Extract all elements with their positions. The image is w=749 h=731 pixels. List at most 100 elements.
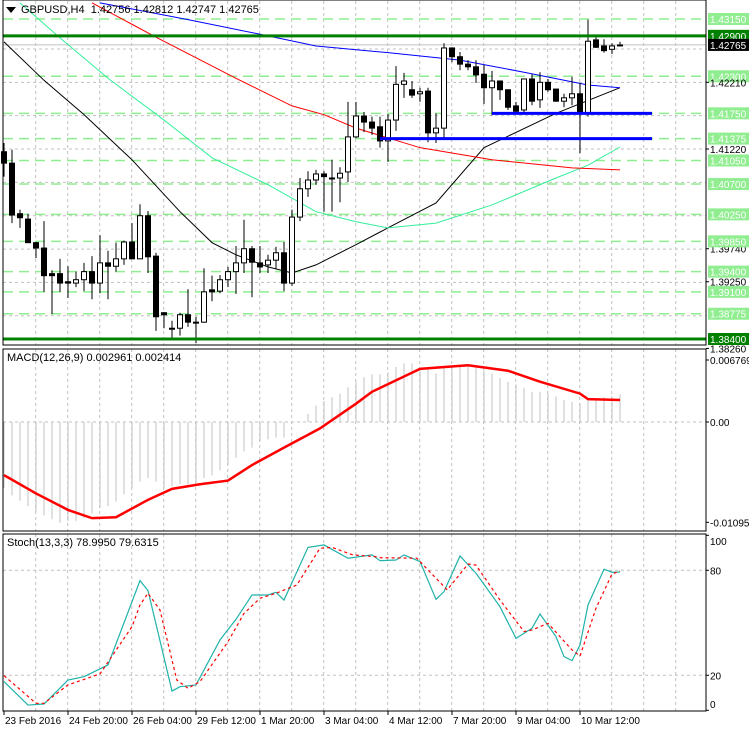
candle-body-bull — [73, 279, 79, 284]
candle-body-bear — [65, 281, 71, 284]
candle-body-bull — [393, 83, 399, 121]
candle — [305, 171, 311, 197]
price-label-text: 1.41375 — [710, 135, 747, 146]
candle — [209, 275, 215, 302]
price-label-level: 1.38775 — [708, 307, 749, 321]
candle — [377, 116, 383, 148]
symbol-timeframe: GBPUSD,H4 — [21, 4, 85, 16]
candle-body-bear — [513, 105, 519, 112]
stoch-panel-border — [2, 533, 707, 712]
stoch-axis-label: 0 — [710, 700, 716, 711]
candle-body-bear — [161, 312, 167, 316]
candle — [217, 275, 223, 294]
candle — [233, 246, 239, 294]
macd-axis-label: -0.010957 — [710, 518, 749, 529]
candle — [505, 89, 511, 110]
axis-labels-layer: 1.431501.429001.427651.423001.422101.417… — [3, 13, 749, 727]
candle-body-bull — [337, 172, 343, 179]
candle-body-bear — [425, 90, 431, 134]
candle-body-bull — [569, 93, 575, 99]
stoch-title: Stoch(13,3,3) — [7, 537, 74, 549]
price-label-tick: 1.41220 — [706, 145, 747, 156]
candle-body-bull — [489, 80, 495, 89]
dropdown-triangle-icon[interactable] — [6, 7, 16, 14]
price-label-level: 1.41050 — [708, 154, 749, 167]
candle-body-bull — [561, 97, 567, 102]
chart-canvas[interactable]: 1.431501.429001.427651.423001.422101.417… — [0, 0, 749, 731]
price-label-text: 1.39100 — [710, 288, 747, 299]
time-axis-label: 9 Mar 04:00 — [517, 716, 571, 727]
candle — [81, 262, 87, 292]
price-label-text: 1.43150 — [710, 15, 747, 26]
candle-body-bull — [273, 252, 279, 261]
candle-body-bull — [521, 78, 527, 111]
candle-body-bear — [473, 66, 479, 76]
candle-body-bear — [361, 115, 367, 123]
candle — [33, 241, 39, 259]
candle — [521, 78, 527, 114]
time-axis-label: 1 Mar 20:00 — [261, 716, 315, 727]
price-label-text: 1.40700 — [710, 180, 747, 191]
candle-body-bear — [209, 289, 215, 293]
candle-body-bull — [297, 188, 303, 218]
macd-axis-label: 0.00 — [710, 418, 730, 429]
candle — [553, 88, 559, 102]
candle-body-bull — [353, 115, 359, 138]
candle — [409, 80, 415, 98]
candle-body-bull — [225, 271, 231, 281]
price-label-level: 1.39100 — [708, 285, 749, 299]
candle — [481, 64, 487, 104]
candle-body-bear — [601, 45, 607, 52]
candle-body-bull — [137, 215, 143, 260]
price-label-text: 1.41220 — [710, 145, 747, 156]
candle-body-bull — [121, 241, 127, 260]
candle — [25, 213, 31, 244]
candle-body-bear — [153, 255, 159, 318]
macd-title: MACD(12,26,9) — [7, 352, 84, 364]
candle-body-bear — [281, 252, 287, 284]
price-label-tick: 1.38260 — [706, 344, 747, 355]
candle — [153, 252, 159, 331]
chart-header: GBPUSD,H4 1.42756 1.42812 1.42747 1.4276… — [6, 4, 259, 16]
candle — [545, 78, 551, 92]
candle-body-bear — [449, 47, 455, 58]
candle — [441, 43, 447, 139]
candle-body-bear — [409, 89, 415, 96]
candle-body-bull — [81, 271, 87, 281]
candle-body-bull — [169, 327, 175, 330]
price-label-level: 1.41375 — [708, 132, 749, 146]
candle — [457, 52, 463, 71]
candle — [17, 209, 23, 228]
candle — [601, 39, 607, 53]
price-label-text: 1.40250 — [710, 210, 747, 221]
candle — [489, 70, 495, 116]
macd-values: 0.002961 0.002414 — [86, 352, 182, 364]
candle — [529, 74, 535, 106]
time-axis-label: 23 Feb 2016 — [5, 716, 62, 727]
candle — [225, 266, 231, 288]
candle-body-bear — [457, 56, 463, 65]
candle — [417, 87, 423, 102]
candle-body-bull — [97, 262, 103, 284]
price-label-text: 1.42765 — [710, 41, 747, 52]
candle-body-bull — [289, 216, 295, 284]
time-axis-label: 3 Mar 04:00 — [325, 716, 379, 727]
candle-body-bear — [553, 88, 559, 102]
stochastic-layer — [3, 544, 621, 706]
candle — [113, 242, 119, 272]
candle — [201, 268, 207, 323]
candle — [145, 211, 151, 273]
candle-body-bear — [577, 93, 583, 115]
candle-body-bull — [241, 248, 247, 264]
price-label-level: 1.39400 — [708, 265, 749, 279]
candle-body-bull — [201, 291, 207, 323]
time-axis-label: 24 Feb 20:00 — [69, 716, 128, 727]
candle-body-bull — [193, 321, 199, 324]
candle — [57, 258, 63, 292]
ohlc-values: 1.42756 1.42812 1.42747 1.42765 — [90, 4, 259, 16]
candle — [361, 111, 367, 133]
macd-layer — [3, 363, 621, 523]
candle — [577, 83, 583, 154]
candle — [177, 312, 183, 336]
macd-axis-label: 0.006769 — [710, 356, 749, 367]
